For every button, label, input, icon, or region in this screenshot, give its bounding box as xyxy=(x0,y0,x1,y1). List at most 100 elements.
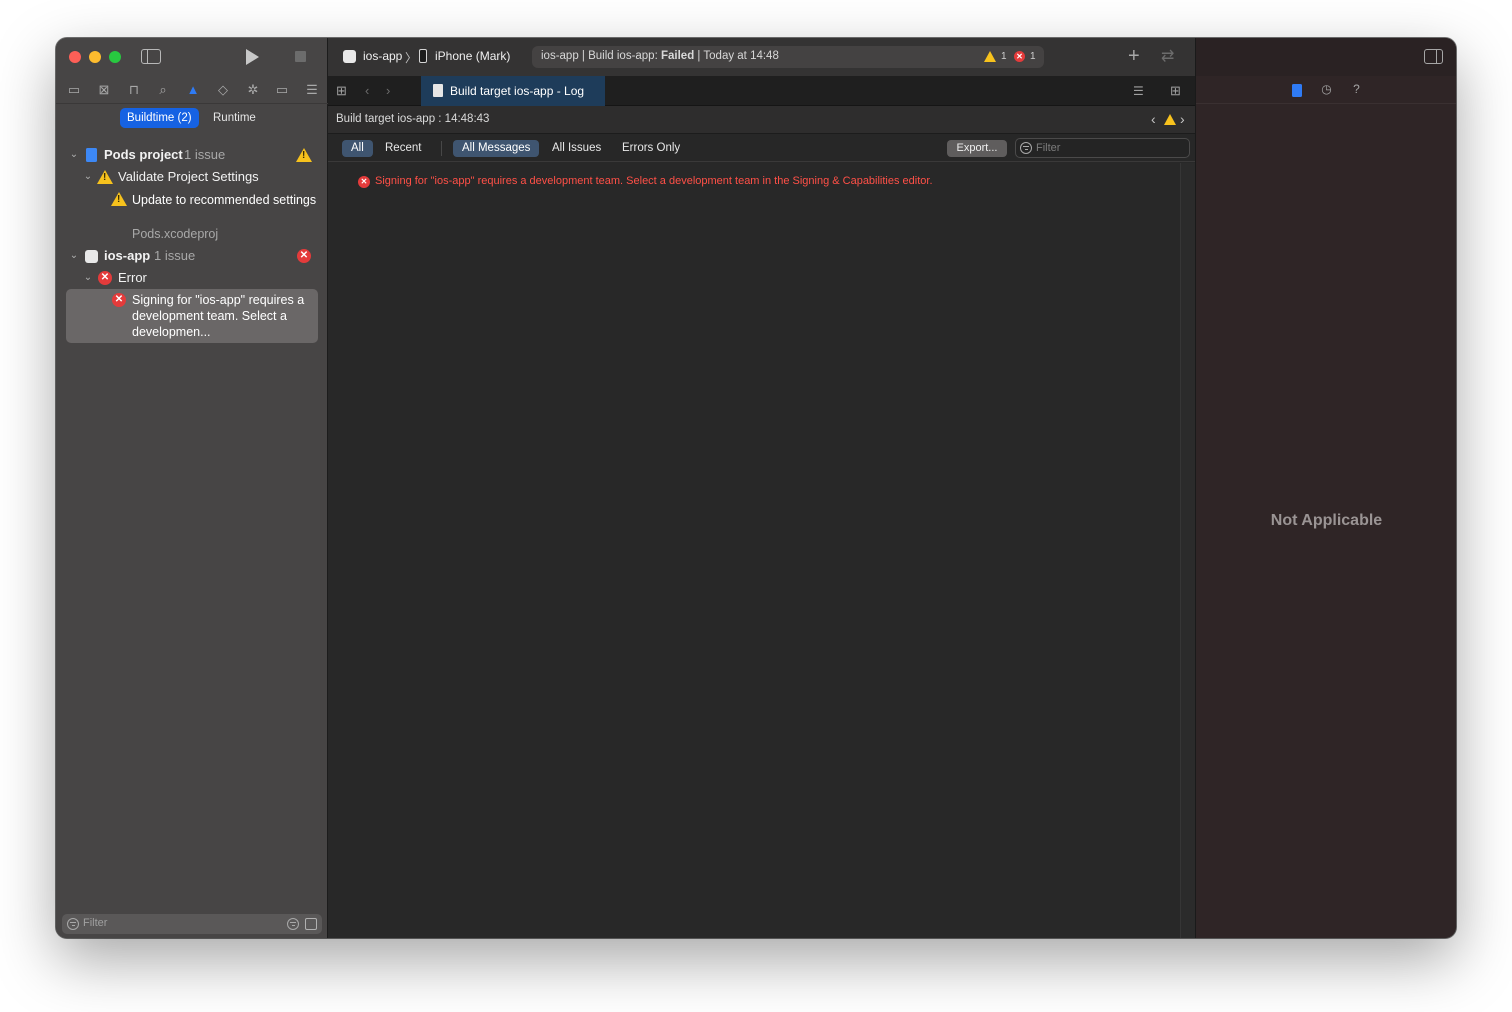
inspector-tabs: ◷ ? xyxy=(1196,76,1456,104)
activity-view[interactable]: ios-app | Build ios-app: Failed | Today … xyxy=(532,46,1044,68)
test-icon[interactable]: ◇ xyxy=(215,82,231,98)
chevron-down-icon[interactable]: ⌄ xyxy=(69,246,79,266)
filter-icon xyxy=(67,918,79,930)
file-inspector-icon[interactable] xyxy=(1292,84,1302,97)
pods-file-name: Pods.xcodeproj xyxy=(132,227,219,241)
add-library-button[interactable]: + xyxy=(1128,45,1140,67)
inspector-toggle-icon[interactable] xyxy=(1424,49,1443,64)
zoom-window-button[interactable] xyxy=(109,51,121,63)
code-review-icon[interactable]: ⇄ xyxy=(1161,46,1174,68)
forward-icon[interactable]: › xyxy=(386,83,390,99)
xcode-window: ▭ ⊠ ⊓ ⌕ ▲ ◇ ✲ ▭ ☰ Buildtime (2) Runtime … xyxy=(56,38,1456,938)
update-settings-issue[interactable]: Update to recommended settings xyxy=(132,192,322,208)
navigator-filter-placeholder: Filter xyxy=(83,917,108,929)
debug-icon[interactable]: ✲ xyxy=(245,82,261,98)
jump-bar: Build target ios-app : 14:48:43 ‹ › xyxy=(328,106,1195,134)
previous-issue-icon[interactable]: ‹ xyxy=(1151,111,1156,127)
next-issue-icon[interactable]: › xyxy=(1180,111,1185,127)
breakpoint-icon[interactable]: ▭ xyxy=(274,82,290,98)
error-icon: ✕ xyxy=(98,271,112,285)
document-icon xyxy=(433,84,443,97)
scheme-separator: 〉 xyxy=(405,51,418,65)
filter-icon xyxy=(1020,142,1032,154)
pods-file-label: Pods.xcodeproj xyxy=(132,224,312,244)
warning-count: 1 xyxy=(1001,51,1007,62)
issue-icon[interactable]: ▲ xyxy=(185,82,201,98)
log-filter-placeholder: Filter xyxy=(1036,142,1061,154)
history-icon[interactable]: ◷ xyxy=(1320,83,1333,96)
error-group-label: Error xyxy=(118,270,147,285)
warning-icon xyxy=(296,148,312,162)
sidebar-titlebar xyxy=(56,38,328,76)
issues-only-filter-icon[interactable] xyxy=(305,918,317,930)
breadcrumb[interactable]: Build target ios-app : 14:48:43 xyxy=(336,113,489,125)
tree-row-validate-settings[interactable]: ⌄ Validate Project Settings xyxy=(56,167,328,187)
pods-project-issue-count: 1 issue xyxy=(184,147,226,162)
editor-area: ios-app 〉 iPhone (Mark) ios-app | Build … xyxy=(328,38,1195,938)
folder-icon[interactable]: ▭ xyxy=(66,82,82,98)
log-scrollbar[interactable] xyxy=(1180,163,1195,938)
error-icon: ✕ xyxy=(358,176,370,188)
minimize-window-button[interactable] xyxy=(89,51,101,63)
editor-options-icon[interactable]: ☰ xyxy=(1133,83,1144,99)
error-icon: ✕ xyxy=(297,249,311,263)
sidebar-toggle-icon[interactable] xyxy=(141,49,161,64)
scope-all-messages[interactable]: All Messages xyxy=(453,140,540,157)
error-count: 1 xyxy=(1030,51,1036,62)
grid-icon[interactable]: ⊞ xyxy=(336,83,347,99)
toolbar: ios-app 〉 iPhone (Mark) ios-app | Build … xyxy=(328,38,1195,76)
warning-icon xyxy=(97,170,113,184)
symbol-icon[interactable]: ⊓ xyxy=(126,82,142,98)
editor-tab-bar: ⊞ ‹ › Build target ios-app - Log ☰ ⊞ xyxy=(328,76,1195,106)
ios-app-label: ios-app xyxy=(104,248,151,263)
warning-icon xyxy=(1164,114,1176,125)
signing-error-text: Signing for "ios-app" requires a develop… xyxy=(132,293,305,339)
runtime-segment[interactable]: Runtime xyxy=(206,108,263,128)
scheme-app-icon xyxy=(343,50,356,63)
search-icon[interactable]: ⌕ xyxy=(155,82,171,98)
chevron-down-icon[interactable]: ⌄ xyxy=(83,268,93,288)
log-error-message: Signing for "ios-app" requires a develop… xyxy=(375,175,933,187)
iphone-icon xyxy=(419,49,427,63)
navigator-selector-bar: ▭ ⊠ ⊓ ⌕ ▲ ◇ ✲ ▭ ☰ xyxy=(56,76,328,104)
help-icon[interactable]: ? xyxy=(1350,83,1363,96)
scope-all-issues[interactable]: All Issues xyxy=(543,140,610,157)
ios-app-issue-count: 1 issue xyxy=(154,248,196,263)
stop-icon[interactable] xyxy=(295,51,306,62)
scheme-selector[interactable]: ios-app xyxy=(363,49,402,63)
scope-all[interactable]: All xyxy=(342,140,373,157)
app-icon xyxy=(85,250,98,263)
warning-icon[interactable] xyxy=(984,51,996,62)
export-button[interactable]: Export... xyxy=(947,140,1007,157)
source-control-icon[interactable]: ⊠ xyxy=(96,82,112,98)
play-icon[interactable] xyxy=(246,49,259,65)
inspector-panel: ◷ ? Not Applicable xyxy=(1195,38,1456,938)
back-icon[interactable]: ‹ xyxy=(365,83,369,99)
report-icon[interactable]: ☰ xyxy=(304,82,320,98)
pods-project-label: Pods project xyxy=(104,147,183,162)
tree-row-pods-project[interactable]: ⌄ Pods project 1 issue xyxy=(56,145,328,165)
add-editor-icon[interactable]: ⊞ xyxy=(1170,83,1181,99)
log-scope-bar: All Recent All Messages All Issues Error… xyxy=(328,134,1195,162)
warning-icon xyxy=(111,192,127,206)
error-icon: ✕ xyxy=(112,293,126,307)
navigator-filter-field[interactable]: Filter xyxy=(62,914,322,934)
validate-settings-label: Validate Project Settings xyxy=(118,169,259,184)
tree-row-ios-app[interactable]: ⌄ ios-app 1 issue ✕ xyxy=(56,246,328,266)
chevron-down-icon[interactable]: ⌄ xyxy=(83,167,93,187)
recent-filter-icon[interactable] xyxy=(287,918,299,930)
device-selector[interactable]: iPhone (Mark) xyxy=(435,49,510,63)
error-icon[interactable]: ✕ xyxy=(1014,51,1025,62)
scope-errors-only[interactable]: Errors Only xyxy=(613,140,689,157)
inspector-empty-state: Not Applicable xyxy=(1270,512,1383,529)
project-file-icon xyxy=(86,148,97,162)
close-window-button[interactable] xyxy=(69,51,81,63)
inspector-titlebar xyxy=(1196,38,1456,76)
activity-prefix: ios-app | Build ios-app: xyxy=(541,50,658,62)
chevron-down-icon[interactable]: ⌄ xyxy=(69,145,79,165)
buildtime-segment[interactable]: Buildtime (2) xyxy=(120,108,199,128)
tree-row-error-group[interactable]: ⌄ ✕ Error xyxy=(56,268,328,288)
scope-recent[interactable]: Recent xyxy=(376,140,430,157)
tab-build-log[interactable]: Build target ios-app - Log xyxy=(421,76,605,106)
log-filter-field[interactable]: Filter xyxy=(1015,138,1190,158)
